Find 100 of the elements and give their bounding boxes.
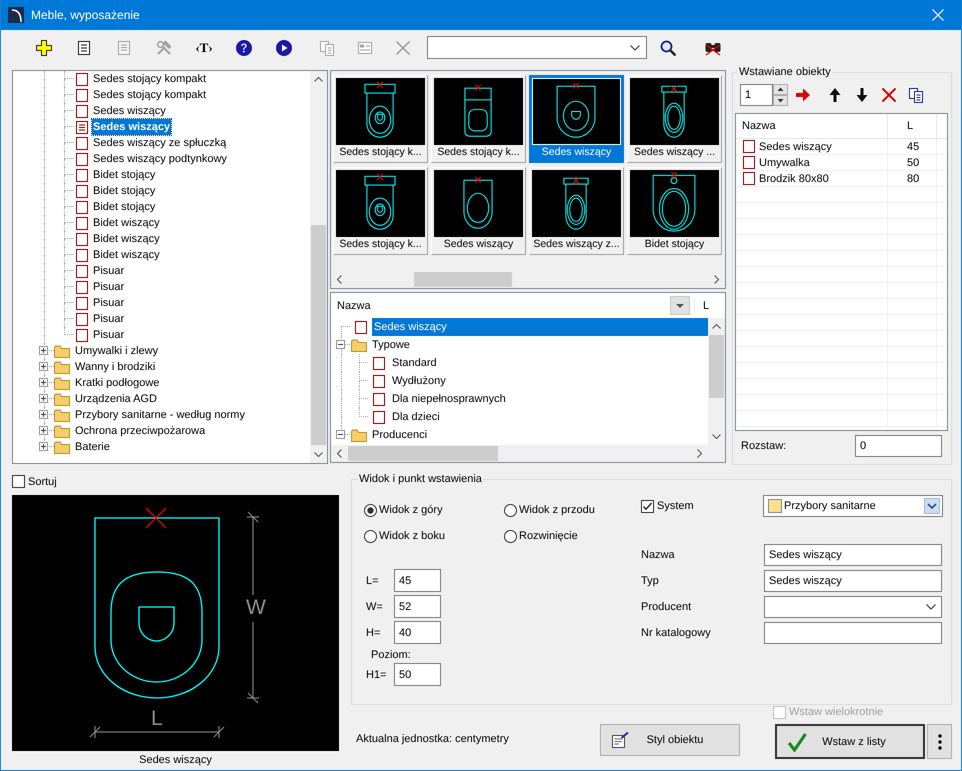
delete-icon[interactable] [881, 87, 897, 103]
catalog-tile[interactable]: Sedes wiszący ... [627, 75, 722, 163]
catalog-tile[interactable]: Sedes stojący k... [333, 167, 428, 255]
tree-item[interactable]: Sedes stojący kompakt [92, 71, 208, 87]
tree-item[interactable]: Dla dzieci [390, 408, 442, 426]
checkbox-option[interactable]: System [641, 499, 694, 513]
tree-item[interactable]: Bidet wiszący [92, 215, 161, 231]
tree-item[interactable]: Sedes wiszący ze spłuczką [92, 135, 228, 151]
spin-up-icon[interactable] [773, 84, 788, 95]
radio-option[interactable]: Widok z boku [364, 528, 446, 544]
chevron-left-icon[interactable] [337, 275, 342, 284]
vertical-scrollbar[interactable] [310, 71, 327, 463]
column-header[interactable]: Nazwa [736, 114, 888, 138]
expand-icon[interactable] [39, 378, 48, 387]
dimension-field[interactable]: 45 [394, 569, 441, 592]
catalog-tile[interactable]: Sedes wiszący [431, 167, 526, 255]
tree-item[interactable]: Pisuar [92, 263, 126, 279]
tree-item[interactable]: Baterie [74, 439, 111, 455]
arrow-right-icon[interactable] [795, 87, 811, 103]
tree-item[interactable]: Umywalki i zlewy [74, 343, 160, 359]
vertical-scrollbar[interactable] [708, 318, 725, 445]
tree-item[interactable]: Bidet stojący [92, 199, 156, 215]
tree-item[interactable]: Bidet stojący [92, 183, 156, 199]
expand-icon[interactable] [39, 426, 48, 435]
tree-item[interactable]: Pisuar [92, 295, 126, 311]
dimension-field[interactable]: 52 [394, 595, 441, 618]
copy-icon[interactable] [908, 87, 924, 103]
tree-item[interactable]: Sedes stojący kompakt [92, 87, 208, 103]
tree-item[interactable]: Pisuar [92, 279, 126, 295]
expand-icon[interactable] [39, 442, 48, 451]
tree-item[interactable]: Bidet wiszący [92, 231, 161, 247]
tree-item[interactable]: Wanny i brodziki [74, 359, 156, 375]
text-button[interactable]: ‹T› [192, 36, 216, 60]
chevron-down-icon[interactable] [314, 452, 323, 457]
chevron-right-icon[interactable] [714, 275, 719, 284]
producer-dropdown[interactable] [764, 596, 942, 618]
chevron-down-icon[interactable] [712, 434, 721, 439]
spin-down-icon[interactable] [773, 95, 788, 106]
catalog-tile[interactable]: Sedes wiszący [529, 75, 624, 163]
column-header[interactable]: L [694, 298, 725, 312]
scrollbar-thumb[interactable] [709, 335, 724, 398]
text-field[interactable]: Sedes wiszący [764, 544, 942, 566]
tree-item[interactable]: Bidet stojący [92, 167, 156, 183]
text-field[interactable]: Sedes wiszący [764, 570, 942, 592]
dimension-field[interactable]: 50 [394, 663, 441, 686]
tree-item[interactable]: Sedes wiszący [92, 119, 172, 135]
text-field[interactable] [764, 622, 942, 644]
radio-option[interactable]: Rozwinięcie [504, 528, 578, 544]
tree-item[interactable]: Pisuar [92, 311, 126, 327]
catalog-tile[interactable]: Sedes stojący k... [431, 75, 526, 163]
tree-item[interactable]: Standard [390, 354, 439, 372]
unit-label: Aktualna jednostka: centymetry [356, 732, 510, 747]
expand-icon[interactable] [39, 362, 48, 371]
tree-item[interactable]: Producenci [370, 426, 430, 444]
field-label: H1= [365, 668, 388, 682]
tree-item[interactable]: Sedes wiszący [372, 318, 708, 336]
count-field[interactable]: 1 [740, 84, 773, 106]
tree-item[interactable]: Kratki podłogowe [74, 375, 160, 391]
expand-icon[interactable] [39, 410, 48, 419]
chevron-up-icon[interactable] [314, 77, 323, 82]
chevron-left-icon[interactable] [337, 449, 342, 458]
tree-item[interactable]: Sedes wiszący podtynkowy [92, 151, 228, 167]
collapse-icon[interactable] [336, 430, 345, 439]
tree-item[interactable]: Bidet wiszący [92, 247, 161, 263]
column-header[interactable]: Nazwa [331, 298, 670, 312]
sort-dropdown-button[interactable] [670, 296, 690, 315]
collapse-icon[interactable] [336, 340, 345, 349]
tree-item[interactable]: Urządzenia AGD [74, 391, 158, 407]
scrollbar-thumb[interactable] [414, 272, 512, 287]
tree-item[interactable]: Sedes wiszący [92, 103, 167, 119]
chevron-right-icon[interactable] [697, 449, 702, 458]
layer-dropdown[interactable]: Przybory sanitarne [763, 495, 943, 517]
dimension-field[interactable]: 40 [394, 621, 441, 644]
scrollbar-thumb[interactable] [311, 225, 326, 445]
search-combobox[interactable] [427, 36, 647, 59]
spacing-field[interactable]: 0 [855, 435, 942, 457]
tree-item[interactable]: Dla niepełnosprawnych [390, 390, 508, 408]
tree-item[interactable]: Pisuar [92, 327, 126, 343]
column-header[interactable]: L [888, 114, 937, 138]
chevron-up-icon[interactable] [712, 324, 721, 329]
tree-item[interactable]: Przybory sanitarne - według normy [74, 407, 246, 423]
tree-item[interactable]: Wydłużony [390, 372, 448, 390]
horizontal-scrollbar[interactable] [331, 445, 725, 462]
catalog-tile[interactable]: Sedes wiszący z... [529, 167, 624, 255]
tree-item[interactable]: Ochrona przeciwpożarowa [74, 423, 206, 439]
scrollbar-thumb[interactable] [348, 446, 498, 461]
catalog-tile[interactable]: Bidet stojący [627, 167, 722, 255]
checkbox-option[interactable]: Sortuj [12, 474, 57, 489]
insert-button[interactable]: Wstaw z listy [775, 724, 925, 759]
arrow-down-icon[interactable] [854, 87, 870, 103]
expand-icon[interactable] [39, 394, 48, 403]
style-button[interactable]: Styl obiektu [600, 724, 740, 756]
catalog-tile[interactable]: Sedes stojący k... [333, 75, 428, 163]
radio-option[interactable]: Widok z góry [364, 502, 443, 518]
tree-item[interactable]: Typowe [370, 336, 412, 354]
expand-icon[interactable] [39, 346, 48, 355]
arrow-up-icon[interactable] [827, 87, 843, 103]
object-icon [373, 356, 385, 370]
more-button[interactable] [927, 724, 952, 759]
radio-option[interactable]: Widok z przodu [504, 502, 595, 518]
